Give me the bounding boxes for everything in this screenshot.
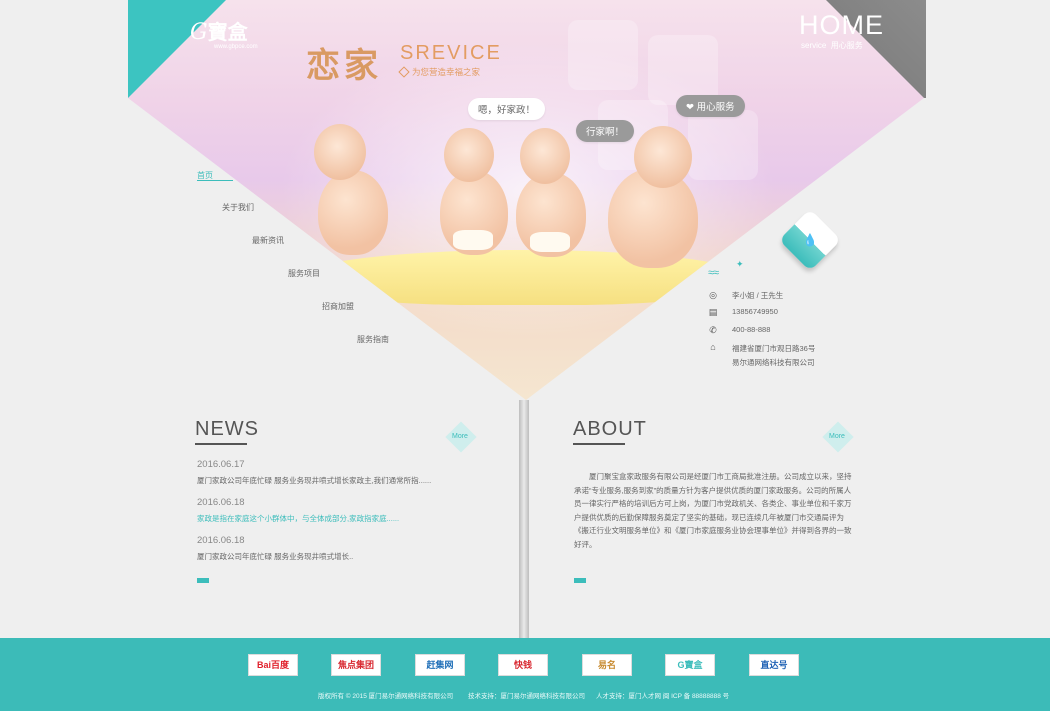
contact-address: 福建省厦门市观日路36号: [732, 344, 816, 353]
partner-logo-ganji[interactable]: 赶集网: [415, 654, 465, 676]
contact-company: 易尔通网络科技有限公司: [732, 358, 815, 367]
hero-title-en: SREVICE: [400, 42, 502, 64]
speech-bubble: 行家啊！: [576, 120, 635, 142]
news-title-underline: [195, 443, 247, 445]
home-subtitle: service 用心服务: [801, 40, 863, 51]
baby-head-3: [520, 128, 570, 184]
news-date: 2016.06.18: [197, 497, 245, 508]
news-date: 2016.06.18: [197, 535, 245, 546]
partner-logo-kuaiqian[interactable]: 快钱: [498, 654, 548, 676]
footer-talent-support: 人才支持：厦门人才网 闽 ICP 备 88888888 号: [596, 693, 730, 700]
nav-item-guide[interactable]: 服务指南: [357, 334, 389, 345]
nav-item-join[interactable]: 招商加盟: [322, 301, 354, 312]
nav-item-news[interactable]: 最新资讯: [252, 235, 284, 246]
water-drop-tile: 💧: [778, 208, 842, 272]
partner-logo-zhidahao[interactable]: 直达号: [749, 654, 799, 676]
phone-icon: ✆: [709, 325, 717, 335]
news-title: NEWS: [195, 418, 259, 440]
baby-head-1: [314, 124, 366, 180]
waves-icon: ≈≈: [708, 267, 719, 279]
nav-item-services[interactable]: 服务项目: [288, 268, 320, 279]
contact-name: 李小姐 / 王先生: [732, 291, 784, 300]
home-title[interactable]: HOME: [799, 10, 884, 41]
news-pager-bar[interactable]: [197, 578, 209, 583]
hero-title-cn: 恋家: [306, 46, 382, 86]
partner-logo-baidu[interactable]: Bai百度: [248, 654, 298, 676]
baby-head-4: [634, 126, 692, 188]
about-pager-bar[interactable]: [574, 578, 586, 583]
about-title-underline: [573, 443, 625, 445]
news-date: 2016.06.17: [197, 459, 245, 470]
nav-item-about[interactable]: 关于我们: [222, 202, 254, 213]
baby-body-1: [318, 170, 388, 255]
partner-logo-yiming[interactable]: 易名: [582, 654, 632, 676]
footer-tech-support: 技术支持：厦门易尔通网络科技有限公司: [468, 693, 585, 700]
hero-diamond-background: [128, 0, 924, 400]
news-item[interactable]: 家政是指在家庭这个小群体中，与全体成部分,家政指家庭......: [197, 513, 399, 524]
hero-banner: 恋家 SREVICE 为您营造幸福之家 嗯，好家政！ 行家啊！ ❤ 用心服务: [128, 0, 924, 400]
about-text: 厦门聚宝盒家政服务有限公司是经厦门市工商局批准注册。公司成立以来，坚持承诺“专业…: [574, 472, 852, 549]
center-pole: [519, 400, 529, 640]
sparkle-icon: ✦: [736, 259, 744, 269]
partner-logo-jiaodian[interactable]: 焦点集团: [331, 654, 381, 676]
logo-text: 寶盒: [207, 20, 248, 44]
home-icon: ⌂: [710, 342, 716, 352]
partner-logo-baohe[interactable]: G寶盒: [665, 654, 715, 676]
home-subtitle-en: service: [801, 41, 827, 50]
news-item[interactable]: 厦门家政公司年底忙碌 服务业务现井喷式增长家政主,我们通常所指......: [197, 475, 431, 486]
baby-head-2: [444, 128, 494, 182]
diaper: [530, 232, 570, 252]
speech-bubble: ❤ 用心服务: [676, 95, 745, 117]
nav-active-underline: [197, 180, 233, 181]
water-drop-icon: 💧: [802, 233, 818, 247]
user-icon: ◎: [709, 290, 717, 300]
footer-copyright: 版权所有 © 2015 厦门易尔通网络科技有限公司: [318, 693, 454, 700]
home-subtitle-cn: 用心服务: [830, 41, 863, 50]
contact-phone: 13856749950: [732, 307, 778, 316]
speech-bubble: 嗯，好家政！: [468, 98, 546, 120]
mobile-icon: ▤: [708, 307, 718, 317]
about-title: ABOUT: [573, 418, 647, 440]
contact-hotline: 400-88-888: [732, 325, 771, 334]
logo-url: www.gbpce.com: [214, 44, 258, 50]
news-more-link[interactable]: More: [452, 433, 468, 440]
about-more-link[interactable]: More: [829, 433, 845, 440]
hero-subtitle: 为您营造幸福之家: [412, 67, 481, 77]
logo-mark: G: [190, 20, 208, 45]
news-item[interactable]: 厦门家政公司年底忙碌 服务业务现井喷式增长..: [197, 551, 353, 562]
diaper: [453, 230, 493, 250]
